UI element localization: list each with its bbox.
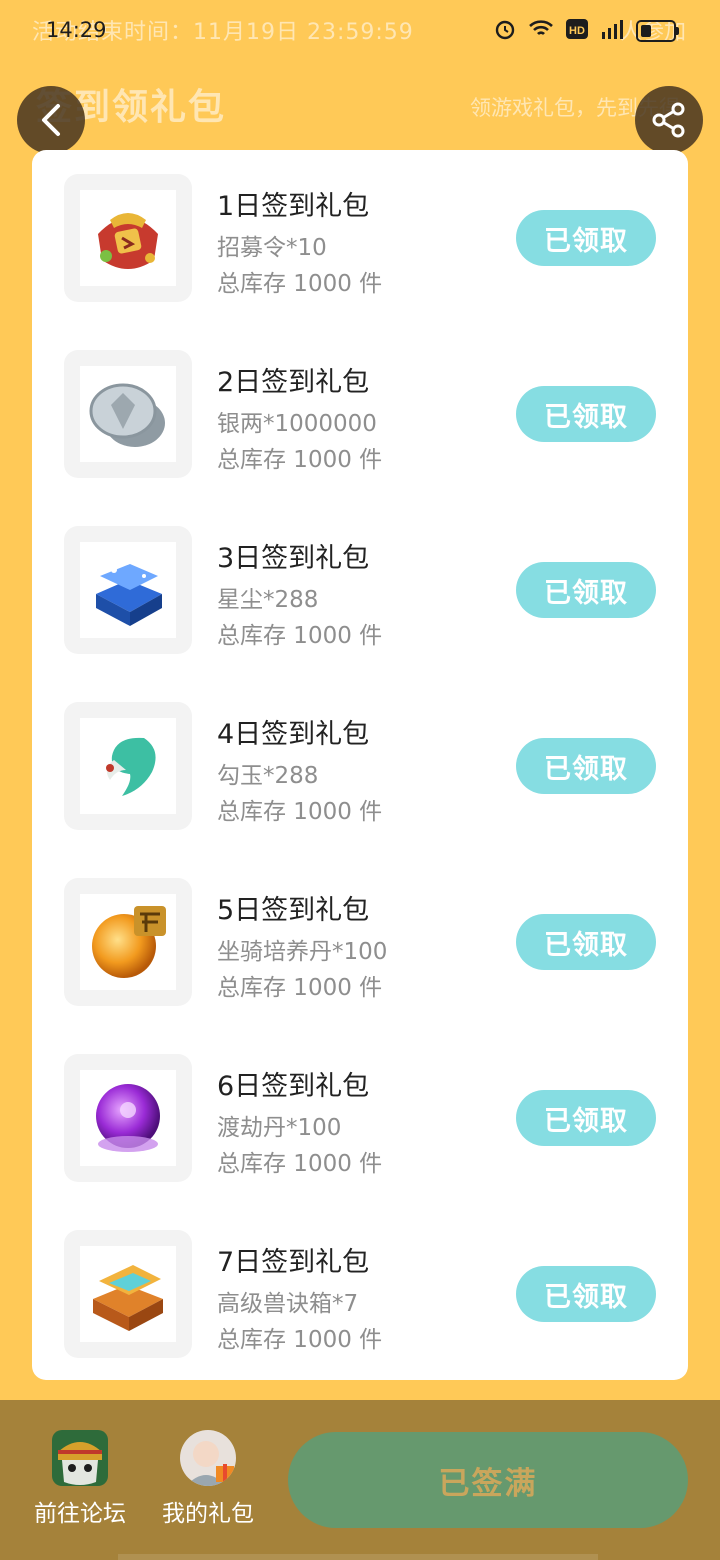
- gift-stock: 总库存 1000 件: [217, 1151, 383, 1177]
- gift-thumbnail: [64, 878, 192, 1006]
- status-bar: 活动结束时间：11月19日 23:59:59 人参加 14:29 HD: [0, 0, 720, 60]
- game-avatar-icon: [52, 1430, 108, 1486]
- user-avatar-icon: [180, 1430, 236, 1486]
- claimed-button[interactable]: 已领取: [516, 914, 656, 970]
- my-gifts-label: 我的礼包: [162, 1501, 254, 1527]
- recruit-token-icon: [98, 213, 158, 269]
- gift-stock: 总库存 1000 件: [217, 975, 383, 1001]
- gift-thumbnail: [64, 350, 192, 478]
- gift-reward: 星尘*288: [217, 587, 319, 613]
- stardust-chest-icon: [96, 564, 162, 626]
- gift-thumbnail: [64, 526, 192, 654]
- share-icon: [652, 102, 685, 138]
- list-item: 1日签到礼包 招募令*10 总库存 1000 件 已领取: [32, 174, 688, 304]
- gift-stock: 总库存 1000 件: [217, 447, 383, 473]
- claimed-button[interactable]: 已领取: [516, 738, 656, 794]
- status-icons: HD: [494, 18, 679, 44]
- status-time: 14:29: [46, 18, 107, 42]
- back-button[interactable]: [17, 86, 85, 154]
- gift-title: 6日签到礼包: [217, 1071, 370, 1102]
- svg-text:HD: HD: [569, 25, 585, 37]
- gift-thumbnail: [64, 702, 192, 830]
- claimed-button[interactable]: 已领取: [516, 210, 656, 266]
- tribulation-pill-icon: [96, 1084, 160, 1152]
- list-item: 3日签到礼包 星尘*288 总库存 1000 件 已领取: [32, 526, 688, 656]
- silver-coin-icon: [89, 383, 165, 447]
- claimed-button[interactable]: 已领取: [516, 386, 656, 442]
- gift-thumbnail: [64, 174, 192, 302]
- beast-chest-icon: [93, 1265, 163, 1331]
- gift-title: 7日签到礼包: [217, 1247, 370, 1278]
- mount-pill-icon: [92, 906, 166, 978]
- hd-icon: HD: [566, 19, 588, 43]
- claimed-button[interactable]: 已领取: [516, 562, 656, 618]
- gift-thumbnail: [64, 1054, 192, 1182]
- gift-reward: 渡劫丹*100: [217, 1115, 342, 1141]
- forum-label: 前往论坛: [34, 1501, 126, 1527]
- claimed-button[interactable]: 已领取: [516, 1090, 656, 1146]
- list-item: 2日签到礼包 银两*1000000 总库存 1000 件 已领取: [32, 350, 688, 480]
- gift-reward: 高级兽诀箱*7: [217, 1291, 359, 1317]
- list-item: 7日签到礼包 高级兽诀箱*7 总库存 1000 件 已领取: [32, 1230, 688, 1360]
- my-gifts-button[interactable]: 我的礼包: [148, 1430, 268, 1528]
- go-to-forum-button[interactable]: 前往论坛: [20, 1430, 140, 1528]
- gift-stock: 总库存 1000 件: [217, 623, 383, 649]
- magatama-icon: [106, 737, 156, 796]
- battery-icon: [636, 20, 679, 42]
- alarm-icon: [494, 18, 516, 44]
- list-item: 4日签到礼包 勾玉*288 总库存 1000 件 已领取: [32, 702, 688, 832]
- gift-thumbnail: [64, 1230, 192, 1358]
- gift-stock: 总库存 1000 件: [217, 271, 383, 297]
- gift-title: 2日签到礼包: [217, 367, 370, 398]
- gift-title: 4日签到礼包: [217, 719, 370, 750]
- gift-list-card: 1日签到礼包 招募令*10 总库存 1000 件 已领取 2日签到礼包 银两*1…: [32, 150, 688, 1380]
- gift-title: 3日签到礼包: [217, 543, 370, 574]
- chevron-left-icon: [42, 104, 60, 136]
- gift-stock: 总库存 1000 件: [217, 1327, 383, 1353]
- gift-reward: 银两*1000000: [217, 411, 377, 437]
- signed-full-button[interactable]: 已签满: [288, 1432, 688, 1528]
- wifi-icon: [528, 19, 554, 43]
- signal-4g-icon: [600, 18, 624, 44]
- gift-title: 1日签到礼包: [217, 191, 370, 222]
- home-indicator: [118, 1554, 598, 1560]
- claimed-button[interactable]: 已领取: [516, 1266, 656, 1322]
- gift-reward: 坐骑培养丹*100: [217, 939, 388, 965]
- gift-stock: 总库存 1000 件: [217, 799, 383, 825]
- gift-reward: 招募令*10: [217, 235, 327, 261]
- bottom-bar: 前往论坛 我的礼包 已签满: [0, 1400, 720, 1560]
- list-item: 6日签到礼包 渡劫丹*100 总库存 1000 件 已领取: [32, 1054, 688, 1184]
- gift-title: 5日签到礼包: [217, 895, 370, 926]
- gift-reward: 勾玉*288: [217, 763, 319, 789]
- list-item: 5日签到礼包 坐骑培养丹*100 总库存 1000 件 已领取: [32, 878, 688, 1008]
- share-button[interactable]: [635, 86, 703, 154]
